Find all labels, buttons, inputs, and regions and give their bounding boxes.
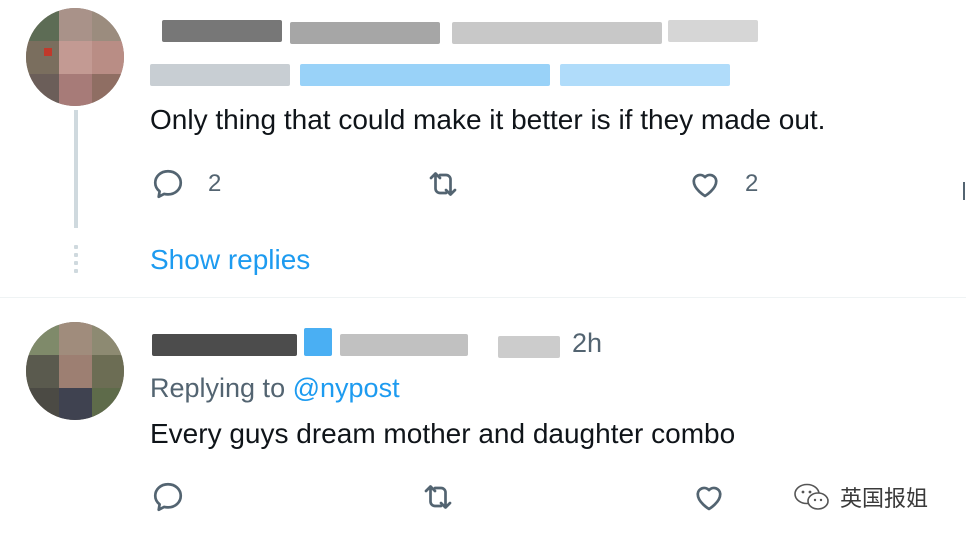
replying-to-handle[interactable]: @nypost [293,373,400,403]
wechat-icon [794,483,829,510]
replying-to-label: Replying to [150,373,286,403]
avatar-pixelated-image [26,322,124,420]
show-replies-link[interactable]: Show replies [150,244,310,276]
verified-badge-icon [304,328,332,356]
avatar-pixelated-image [26,8,124,106]
tweet-2-like-button[interactable] [691,479,749,515]
reply-icon [153,482,183,512]
thread-dots [74,245,78,277]
retweet-icon [429,172,457,196]
tweet-2-retweet-button[interactable] [420,479,478,515]
tweet-2-reply-button[interactable] [150,479,208,515]
avatar-user-2[interactable] [26,322,124,420]
tweet-2-text: Every guys dream mother and daughter com… [150,418,736,449]
thread-line [74,110,78,228]
avatar-user-1[interactable] [26,8,124,106]
reply-icon [153,169,183,199]
reply-count: 2 [208,170,222,197]
watermark-text: 英国报姐 [840,487,929,512]
tweet-1-retweet-button[interactable] [425,166,483,202]
retweet-icon [424,485,452,509]
tweet-divider [0,297,966,298]
like-icon [692,173,718,198]
tweet-2-replying-to: Replying to @nypost [150,373,400,404]
tweet-1-like-button[interactable]: 2 [687,166,758,202]
watermark: 英国报姐 [792,481,928,513]
tweet-2-timestamp[interactable]: 2h [572,328,602,359]
like-count: 2 [745,170,759,197]
share-icon[interactable] [958,180,966,202]
like-icon [696,486,722,511]
tweet-1-reply-button[interactable]: 2 [150,166,221,202]
tweet-1-text: Only thing that could make it better is … [150,104,826,135]
